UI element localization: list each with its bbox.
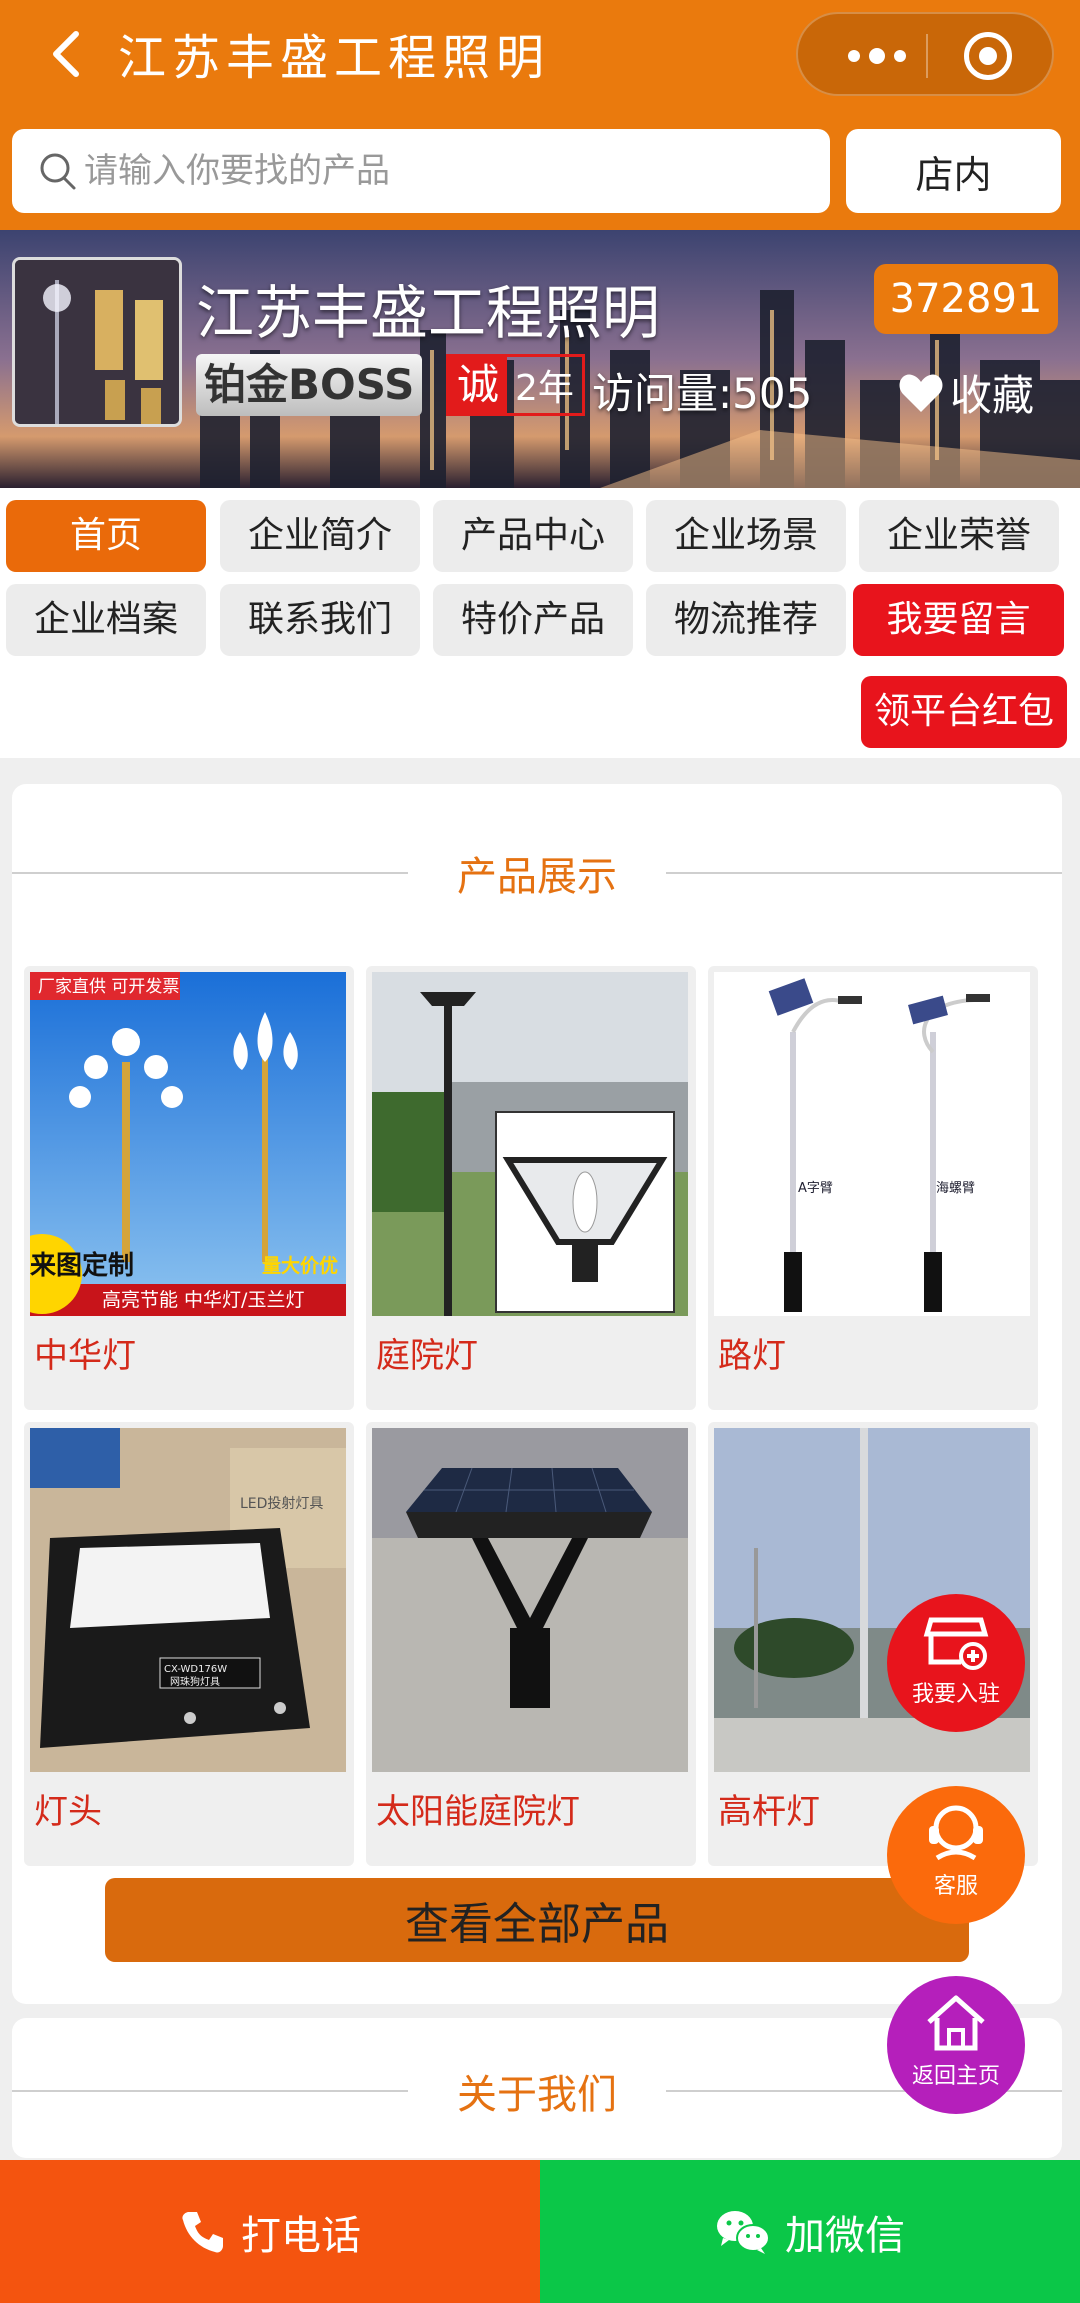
nav-item-logistics[interactable]: 物流推荐 bbox=[646, 584, 846, 656]
search-icon bbox=[40, 153, 76, 190]
pole-label-b: 海螺臂 bbox=[936, 1181, 975, 1196]
favorite-label: 收藏 bbox=[950, 371, 1035, 420]
favorite-button[interactable]: 收藏 bbox=[898, 362, 1034, 423]
shop-banner: 江苏丰盛工程照明 372891 铂金BOSS 诚 2年 访问量:505 收藏 bbox=[0, 230, 1080, 488]
chevron-left-icon[interactable] bbox=[38, 24, 98, 84]
product-image bbox=[372, 972, 688, 1316]
product-card[interactable]: 厂家直供 可开发票 高亮节能 中华灯/玉兰灯 来图定制 量大价优 中华灯 bbox=[24, 966, 354, 1410]
shop-logo[interactable] bbox=[12, 257, 182, 427]
nav-item-message[interactable]: 我要留言 bbox=[853, 584, 1064, 656]
product-image: LED投射灯具 CX-WD176W 网珠狗灯具 bbox=[30, 1428, 346, 1772]
service-label: 客服 bbox=[933, 1874, 978, 1899]
wechat-button[interactable]: 加微信 bbox=[540, 2160, 1080, 2303]
shop-name: 江苏丰盛工程照明 bbox=[196, 279, 661, 347]
product-tag: 厂家直供 可开发票 bbox=[38, 977, 179, 997]
home-label: 返回主页 bbox=[911, 2064, 1000, 2089]
product-name: 中华灯 bbox=[34, 1336, 136, 1376]
join-label: 我要入驻 bbox=[911, 1682, 1000, 1707]
search-box bbox=[12, 129, 830, 213]
heart-icon bbox=[899, 374, 943, 412]
target-circle-icon[interactable] bbox=[964, 32, 1012, 80]
nav-item-scenes[interactable]: 企业场景 bbox=[646, 500, 846, 572]
level-badge: 铂金BOSS bbox=[196, 354, 423, 416]
product-image: A字臂 海螺臂 bbox=[714, 972, 1030, 1316]
mini-program-capsule bbox=[796, 12, 1054, 96]
call-label: 打电话 bbox=[241, 2212, 361, 2259]
plate-label: CX-WD176W bbox=[164, 1664, 227, 1675]
page-title: 江苏丰盛工程照明 bbox=[118, 30, 551, 86]
view-all-products-button[interactable]: 查看全部产品 bbox=[105, 1878, 969, 1962]
visit-count: 访问量:505 bbox=[592, 369, 813, 418]
nav-item-specials[interactable]: 特价产品 bbox=[433, 584, 633, 656]
pole-label-a: A字臂 bbox=[798, 1181, 833, 1196]
phone-icon bbox=[182, 2211, 223, 2253]
integrity-mark: 诚 bbox=[449, 357, 507, 413]
integrity-badge: 诚 2年 bbox=[446, 354, 585, 416]
product-name: 庭院灯 bbox=[376, 1336, 478, 1376]
product-name: 高杆灯 bbox=[718, 1792, 820, 1832]
product-banner-text: 高亮节能 中华灯/玉兰灯 bbox=[102, 1289, 304, 1311]
customer-service-button[interactable]: 客服 bbox=[887, 1786, 1025, 1924]
home-button[interactable]: 返回主页 bbox=[887, 1976, 1025, 2114]
product-card[interactable]: LED投射灯具 CX-WD176W 网珠狗灯具 灯头 bbox=[24, 1422, 354, 1866]
section-divider bbox=[666, 872, 1062, 874]
nav-item-home[interactable]: 首页 bbox=[6, 500, 206, 572]
join-button[interactable]: 我要入驻 bbox=[887, 1594, 1025, 1732]
home-icon bbox=[927, 1995, 985, 2051]
nav-item-honors[interactable]: 企业荣誉 bbox=[859, 500, 1059, 572]
store-plus-icon bbox=[923, 1617, 989, 1670]
nav-item-company-intro[interactable]: 企业简介 bbox=[220, 500, 420, 572]
nav-item-contact[interactable]: 联系我们 bbox=[220, 584, 420, 656]
product-card[interactable]: A字臂 海螺臂 路灯 bbox=[708, 966, 1038, 1410]
product-card[interactable]: 庭院灯 bbox=[366, 966, 696, 1410]
product-card[interactable]: 太阳能庭院灯 bbox=[366, 1422, 696, 1866]
top-bar: 江苏丰盛工程照明 店内 bbox=[0, 0, 1080, 230]
product-name: 路灯 bbox=[718, 1336, 786, 1376]
nav-item-products[interactable]: 产品中心 bbox=[433, 500, 633, 572]
call-button[interactable]: 打电话 bbox=[0, 2160, 540, 2303]
product-image bbox=[372, 1428, 688, 1772]
wechat-icon bbox=[717, 2210, 770, 2254]
search-input[interactable] bbox=[84, 143, 804, 199]
box-label: LED投射灯具 bbox=[240, 1496, 323, 1512]
plate-sub-label: 网珠狗灯具 bbox=[170, 1675, 220, 1688]
custom-badge: 来图定制 bbox=[30, 1250, 134, 1281]
capsule-divider bbox=[926, 34, 928, 78]
product-image: 厂家直供 可开发票 高亮节能 中华灯/玉兰灯 来图定制 量大价优 bbox=[30, 972, 346, 1316]
more-dots-icon[interactable] bbox=[832, 36, 922, 76]
price-badge: 量大价优 bbox=[262, 1254, 338, 1277]
shop-id-badge: 372891 bbox=[874, 264, 1058, 334]
nav-item-profile[interactable]: 企业档案 bbox=[6, 584, 206, 656]
in-store-search-button[interactable]: 店内 bbox=[846, 129, 1061, 213]
product-name: 灯头 bbox=[34, 1792, 102, 1832]
nav-grid: 首页 企业简介 产品中心 企业场景 企业荣誉 企业档案 联系我们 特价产品 物流… bbox=[0, 488, 1080, 758]
integrity-years: 2年 bbox=[515, 368, 574, 409]
product-name: 太阳能庭院灯 bbox=[376, 1792, 580, 1832]
red-packet-button[interactable]: 领平台红包 bbox=[861, 676, 1067, 748]
headset-icon bbox=[929, 1805, 983, 1861]
wechat-label: 加微信 bbox=[785, 2212, 905, 2259]
